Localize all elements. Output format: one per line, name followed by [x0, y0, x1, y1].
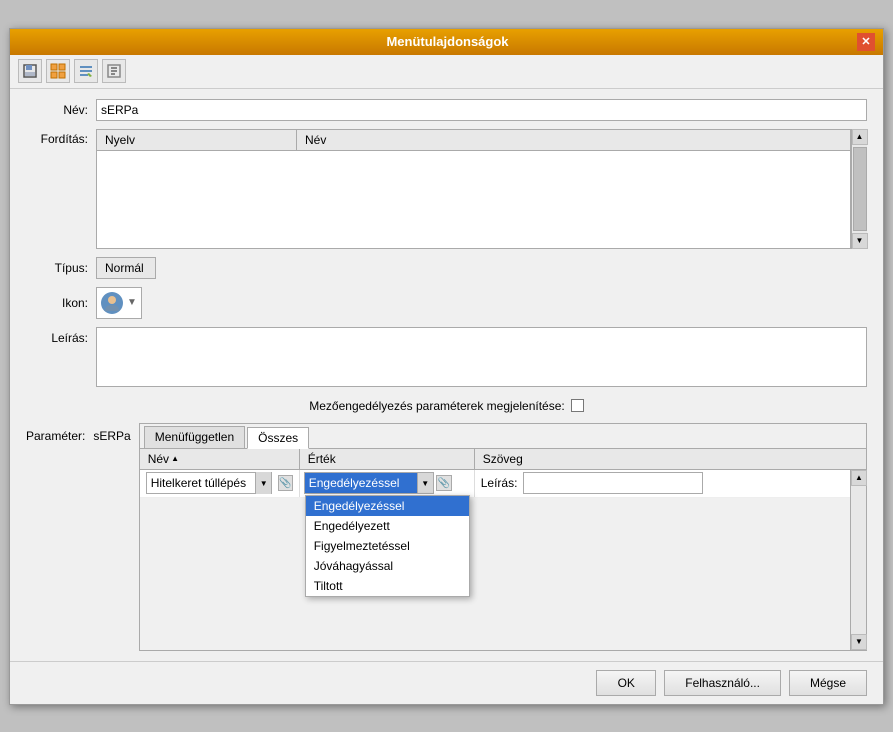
tab-menufuggetlen-label: Menüfüggetlen — [155, 430, 234, 444]
main-window: Menütulajdonságok ✕ — [9, 28, 884, 705]
parameter-label: Paraméter: — [26, 423, 85, 443]
grid-icon — [50, 63, 66, 79]
param-cell-value: Engedélyezéssel ▼ Engedélyezéssel Engedé… — [300, 470, 475, 497]
translation-table: Nyelv Név — [96, 129, 851, 249]
toolbar-btn-2[interactable] — [46, 59, 70, 83]
tab-menufuggetlen[interactable]: Menüfüggetlen — [144, 426, 245, 448]
right-desc-area: Leírás: — [481, 472, 704, 494]
dropdown-item-4[interactable]: Tiltott — [306, 576, 469, 596]
param-table-container: Menüfüggetlen Összes Név ▲ Érték Szöveg — [139, 423, 867, 651]
param-scrollbar[interactable]: ▲ ▼ — [850, 470, 866, 650]
ikon-dropdown[interactable]: ▼ — [96, 287, 142, 319]
ikon-row: Ikon: ▼ — [26, 287, 867, 319]
mezoe-label: Mezőengedélyezés paraméterek megjeleníté… — [309, 399, 564, 413]
nev-label: Név: — [26, 103, 88, 117]
value-dropdown-selected: Engedélyezéssel — [305, 473, 417, 493]
col-nev: Név — [297, 130, 850, 150]
tab-osszes-label: Összes — [258, 431, 298, 445]
ikon-dropdown-arrow: ▼ — [127, 297, 137, 308]
param-scroll-down[interactable]: ▼ — [851, 634, 867, 650]
leiras-textarea[interactable] — [96, 327, 867, 387]
col-szoveg-header: Szöveg — [475, 449, 850, 469]
dropdown-item-3[interactable]: Jóváhagyással — [306, 556, 469, 576]
param-scroll-up[interactable]: ▲ — [851, 470, 867, 486]
table-header: Nyelv Név — [97, 130, 850, 151]
toolbar-btn-3[interactable] — [74, 59, 98, 83]
value-attach-icon[interactable]: 📎 — [436, 475, 452, 491]
ikon-image — [101, 292, 123, 314]
window-title: Menütulajdonságok — [38, 34, 857, 49]
scrollbar-placeholder — [850, 449, 866, 469]
name-dropdown-arrow: ▼ — [255, 472, 271, 494]
edit-icon — [78, 63, 94, 79]
toolbar-btn-4[interactable] — [102, 59, 126, 83]
close-button[interactable]: ✕ — [857, 33, 875, 51]
dropdown-list: Engedélyezéssel Engedélyezett Figyelmezt… — [305, 495, 470, 597]
parameter-value: sERPa — [93, 423, 130, 443]
forditas-row: Fordítás: Nyelv Név ▲ ▼ — [26, 129, 867, 249]
leiras-label: Leírás: — [26, 327, 88, 345]
properties-icon — [106, 63, 122, 79]
tab-osszes[interactable]: Összes — [247, 427, 309, 449]
table-body — [97, 151, 850, 248]
forditas-label: Fordítás: — [26, 129, 88, 146]
param-scroll-track — [851, 486, 866, 634]
param-cell-text: Leírás: — [475, 470, 850, 497]
leiras-right-input[interactable] — [523, 472, 703, 494]
mezoe-checkbox[interactable] — [571, 399, 584, 412]
scroll-thumb[interactable] — [853, 147, 867, 231]
dropdown-item-1[interactable]: Engedélyezett — [306, 516, 469, 536]
ikon-label: Ikon: — [26, 296, 88, 310]
title-bar: Menütulajdonságok ✕ — [10, 29, 883, 55]
name-attach-icon[interactable]: 📎 — [278, 475, 292, 491]
dropdown-item-0[interactable]: Engedélyezéssel — [306, 496, 469, 516]
nev-row: Név: — [26, 99, 867, 121]
value-dropdown[interactable]: Engedélyezéssel ▼ Engedélyezéssel Engedé… — [304, 472, 434, 494]
param-rows: Hitelkeret túllépés ▼ 📎 Engedélyezéssel … — [140, 470, 850, 650]
mezoe-row: Mezőengedélyezés paraméterek megjeleníté… — [26, 395, 867, 417]
col-nyelv: Nyelv — [97, 130, 297, 150]
param-table-header: Név ▲ Érték Szöveg — [140, 449, 866, 470]
param-cell-name: Hitelkeret túllépés ▼ 📎 — [140, 470, 300, 497]
toolbar-btn-1[interactable] — [18, 59, 42, 83]
sort-icon: ▲ — [171, 454, 179, 463]
forditas-scrollbar[interactable]: ▲ ▼ — [851, 129, 867, 249]
name-dropdown[interactable]: Hitelkeret túllépés ▼ — [146, 472, 273, 494]
tipus-value: Normál — [96, 257, 156, 279]
leiras-right-label: Leírás: — [481, 476, 518, 490]
megse-button[interactable]: Mégse — [789, 670, 867, 696]
name-dropdown-text: Hitelkeret túllépés — [147, 474, 256, 492]
ok-button[interactable]: OK — [596, 670, 656, 696]
col-nev-header: Név ▲ — [140, 449, 300, 469]
param-table-body: Hitelkeret túllépés ▼ 📎 Engedélyezéssel … — [140, 470, 866, 650]
table-row: Hitelkeret túllépés ▼ 📎 Engedélyezéssel … — [140, 470, 850, 498]
leiras-row: Leírás: — [26, 327, 867, 387]
value-dropdown-arrow: ▼ — [417, 473, 433, 493]
content-area: Név: Fordítás: Nyelv Név ▲ ▼ — [10, 89, 883, 661]
felhasznalo-button[interactable]: Felhasználó... — [664, 670, 781, 696]
toolbar — [10, 55, 883, 89]
nev-input[interactable] — [96, 99, 867, 121]
col-ertek-header: Érték — [300, 449, 475, 469]
save-icon — [22, 63, 38, 79]
scroll-down-arrow[interactable]: ▼ — [852, 233, 868, 249]
bottom-bar: OK Felhasználó... Mégse — [10, 661, 883, 704]
scroll-up-arrow[interactable]: ▲ — [852, 129, 868, 145]
tipus-row: Típus: Normál — [26, 257, 867, 279]
parameter-section: Paraméter: sERPa Menüfüggetlen Összes Né… — [26, 423, 867, 651]
dropdown-item-2[interactable]: Figyelmeztetéssel — [306, 536, 469, 556]
param-tabs: Menüfüggetlen Összes — [140, 424, 866, 449]
tipus-label: Típus: — [26, 261, 88, 275]
